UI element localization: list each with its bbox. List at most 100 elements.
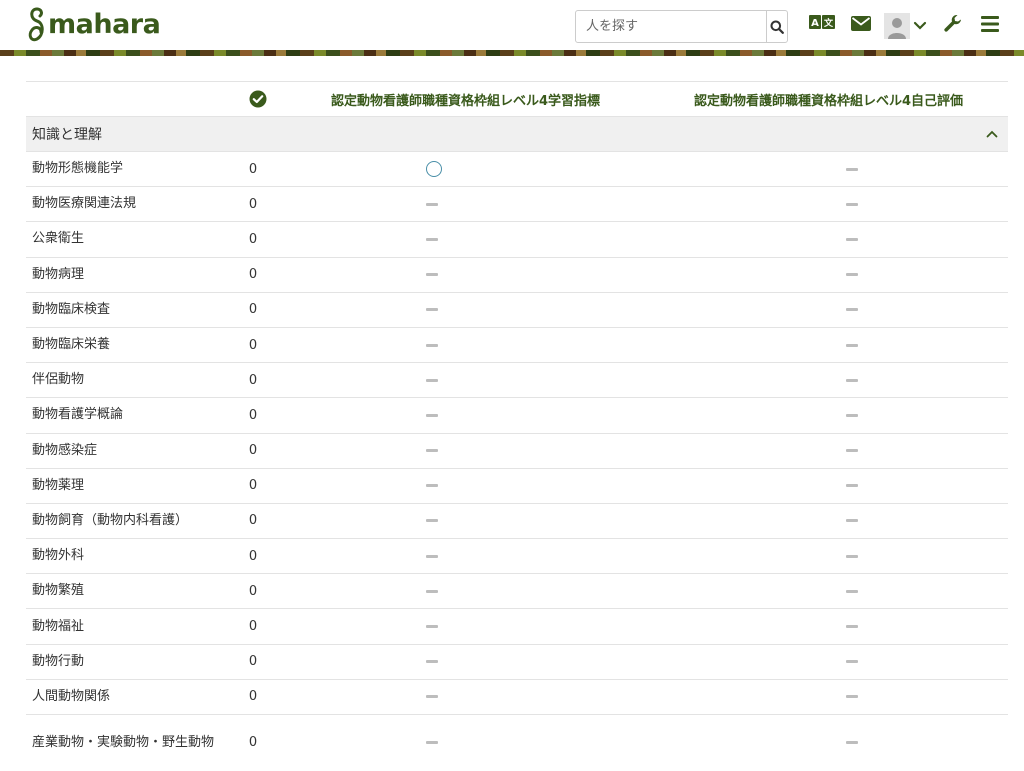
main-menu-button[interactable] bbox=[981, 16, 999, 32]
table-row: 動物臨床検査 0 bbox=[26, 291, 1008, 328]
completed-count: 0 bbox=[222, 221, 294, 258]
not-applicable-dash-icon bbox=[846, 589, 858, 593]
completed-count: 0 bbox=[222, 150, 294, 187]
standard-name: 動物外科 bbox=[26, 538, 222, 574]
completed-count: 0 bbox=[222, 608, 294, 645]
site-header: mahara A 文 bbox=[0, 0, 1024, 50]
add-evidence-circle-icon[interactable] bbox=[426, 161, 442, 178]
standard-name: 動物医療関連法規 bbox=[26, 186, 222, 222]
completed-count: 0 bbox=[222, 186, 294, 222]
cell-standard-b bbox=[644, 714, 1008, 771]
not-applicable-dash-icon bbox=[846, 167, 858, 171]
table-row: 動物飼育（動物内科看護） 0 bbox=[26, 502, 1008, 539]
cell-standard-a bbox=[294, 291, 644, 328]
standard-name: 伴侶動物 bbox=[26, 362, 222, 398]
language-icon: A 文 bbox=[809, 15, 835, 29]
table-row: 動物繁殖 0 bbox=[26, 573, 1008, 609]
group-toggle[interactable] bbox=[644, 116, 1008, 152]
table-row: 動物病理 0 bbox=[26, 256, 1008, 293]
not-applicable-dash-icon bbox=[426, 554, 438, 558]
standard-name: 人間動物関係 bbox=[26, 678, 222, 715]
chevron-up-icon bbox=[986, 130, 998, 138]
not-applicable-dash-icon bbox=[426, 449, 438, 453]
not-applicable-dash-icon bbox=[846, 741, 858, 745]
check-circle-icon bbox=[249, 90, 267, 108]
not-applicable-dash-icon bbox=[846, 695, 858, 699]
cell-standard-a[interactable] bbox=[294, 150, 644, 187]
not-applicable-dash-icon bbox=[426, 589, 438, 593]
not-applicable-dash-icon bbox=[846, 343, 858, 347]
completed-count: 0 bbox=[222, 538, 294, 574]
standard-name: 動物行動 bbox=[26, 643, 222, 680]
table-row: 動物行動 0 bbox=[26, 643, 1008, 680]
standard-name: 動物臨床検査 bbox=[26, 291, 222, 328]
cell-standard-a bbox=[294, 538, 644, 574]
search-input[interactable] bbox=[576, 11, 766, 42]
cell-standard-b bbox=[644, 538, 1008, 574]
standard-name: 動物臨床栄養 bbox=[26, 326, 222, 363]
standard-name: 動物看護学概論 bbox=[26, 397, 222, 433]
brand-name: mahara bbox=[48, 9, 161, 40]
cell-standard-b bbox=[644, 326, 1008, 363]
header-blank bbox=[26, 81, 222, 117]
admin-button[interactable] bbox=[943, 14, 963, 34]
not-applicable-dash-icon bbox=[426, 413, 438, 417]
not-applicable-dash-icon bbox=[426, 237, 438, 241]
table-row: 人間動物関係 0 bbox=[26, 678, 1008, 715]
not-applicable-dash-icon bbox=[846, 237, 858, 241]
table-row: 動物福祉 0 bbox=[26, 608, 1008, 645]
cell-standard-a bbox=[294, 643, 644, 680]
completed-count: 0 bbox=[222, 643, 294, 680]
people-search bbox=[575, 10, 788, 43]
table-row: 動物臨床栄養 0 bbox=[26, 326, 1008, 363]
envelope-icon bbox=[851, 16, 871, 31]
table-row: 動物看護学概論 0 bbox=[26, 397, 1008, 433]
not-applicable-dash-icon bbox=[846, 519, 858, 523]
smartevidence-matrix: 認定動物看護師職種資格枠組レベル4学習指標 認定動物看護師職種資格枠組レベル4自… bbox=[26, 81, 1008, 771]
not-applicable-dash-icon bbox=[846, 308, 858, 312]
standard-name: 動物感染症 bbox=[26, 432, 222, 469]
cell-standard-a bbox=[294, 573, 644, 609]
table-row: 動物形態機能学 0 bbox=[26, 150, 1008, 187]
cell-standard-b bbox=[644, 608, 1008, 645]
cell-standard-a bbox=[294, 397, 644, 433]
completed-count: 0 bbox=[222, 291, 294, 328]
cell-standard-b bbox=[644, 256, 1008, 293]
completed-count: 0 bbox=[222, 502, 294, 539]
not-applicable-dash-icon bbox=[426, 378, 438, 382]
cell-standard-a bbox=[294, 221, 644, 258]
not-applicable-dash-icon bbox=[846, 660, 858, 664]
not-applicable-dash-icon bbox=[426, 625, 438, 629]
table-row: 動物薬理 0 bbox=[26, 467, 1008, 504]
cell-standard-b bbox=[644, 678, 1008, 715]
completed-count: 0 bbox=[222, 432, 294, 469]
not-applicable-dash-icon bbox=[426, 741, 438, 745]
mahara-logo[interactable]: mahara bbox=[26, 5, 161, 45]
cell-standard-b bbox=[644, 573, 1008, 609]
not-applicable-dash-icon bbox=[426, 308, 438, 312]
search-button[interactable] bbox=[766, 11, 787, 42]
language-button[interactable]: A 文 bbox=[809, 14, 835, 30]
completed-count: 0 bbox=[222, 573, 294, 609]
cell-standard-b bbox=[644, 186, 1008, 222]
cell-standard-a bbox=[294, 678, 644, 715]
group-row[interactable]: 知識と理解 bbox=[26, 116, 1008, 152]
table-row: 伴侶動物 0 bbox=[26, 362, 1008, 398]
user-menu-button[interactable] bbox=[884, 13, 927, 39]
search-icon bbox=[770, 20, 784, 34]
not-applicable-dash-icon bbox=[846, 625, 858, 629]
completed-count: 0 bbox=[222, 467, 294, 504]
cell-standard-a bbox=[294, 186, 644, 222]
standard-name: 動物形態機能学 bbox=[26, 150, 222, 187]
not-applicable-dash-icon bbox=[426, 695, 438, 699]
inbox-button[interactable] bbox=[851, 16, 871, 31]
menu-icon bbox=[981, 16, 999, 32]
mahara-logo-icon bbox=[28, 7, 44, 42]
completed-count: 0 bbox=[222, 714, 294, 771]
table-row: 公衆衛生 0 bbox=[26, 221, 1008, 258]
svg-text:文: 文 bbox=[823, 17, 834, 29]
table-row: 産業動物・実験動物・野生動物 0 bbox=[26, 714, 1008, 771]
not-applicable-dash-icon bbox=[426, 343, 438, 347]
completed-count: 0 bbox=[222, 362, 294, 398]
standard-name: 動物福祉 bbox=[26, 608, 222, 645]
